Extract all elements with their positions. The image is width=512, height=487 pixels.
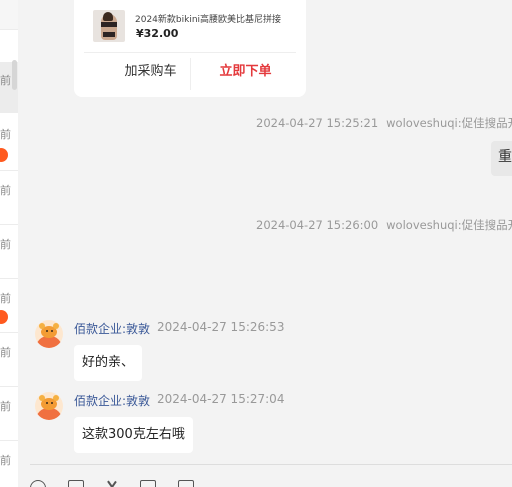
conversation-item[interactable]: 前 <box>0 280 18 330</box>
message-bubble: 这款300克左右哦 <box>74 417 193 453</box>
unread-badge <box>0 310 8 324</box>
system-message: 2024-04-27 15:26:00 woloveshuqi:促佳搜品开 <box>256 217 512 233</box>
divider <box>0 386 18 387</box>
conversation-time: 前 <box>0 128 11 141</box>
image-icon[interactable] <box>178 480 194 487</box>
input-divider <box>30 464 512 465</box>
emoji-icon[interactable] <box>30 480 46 487</box>
message-time: 2024-04-27 15:27:04 <box>157 392 285 406</box>
conversation-item[interactable]: 前 <box>0 442 18 487</box>
conversation-list-header <box>0 0 18 30</box>
outgoing-message-bubble: 重 <box>491 141 512 176</box>
divider <box>0 112 18 113</box>
doc-icon[interactable] <box>140 480 156 487</box>
conversation-time: 前 <box>0 454 11 467</box>
folder-icon[interactable] <box>68 480 84 487</box>
buy-now-button[interactable]: 立即下单 <box>193 53 298 91</box>
system-message-text: woloveshuqi:促佳搜品开 <box>386 218 512 232</box>
scissors-icon[interactable] <box>104 480 120 487</box>
conversation-time: 前 <box>0 400 11 413</box>
conversation-item[interactable]: 前 <box>0 226 18 276</box>
conversation-time: 前 <box>0 184 11 197</box>
conversation-item[interactable]: 前 <box>0 334 18 384</box>
system-message-time: 2024-04-27 15:26:00 <box>256 218 379 232</box>
product-card[interactable]: 2024新款bikini高腰欧美比基尼拼接 ¥32.00 加采购车 立即下单 <box>74 0 306 97</box>
product-thumbnail[interactable] <box>93 10 125 42</box>
product-price: ¥32.00 <box>136 27 179 40</box>
divider <box>0 440 18 441</box>
unread-badge <box>0 148 8 162</box>
add-to-cart-button[interactable]: 加采购车 <box>98 53 203 91</box>
sender-name[interactable]: 佰款企业:敦敦 <box>74 320 150 337</box>
message-time: 2024-04-27 15:26:53 <box>157 320 285 334</box>
system-message-text: woloveshuqi:促佳搜品开 <box>386 116 512 130</box>
divider <box>0 224 18 225</box>
product-title[interactable]: 2024新款bikini高腰欧美比基尼拼接 <box>135 12 300 25</box>
system-message: 2024-04-27 15:25:21 woloveshuqi:促佳搜品开 <box>256 115 512 131</box>
conversation-item[interactable]: 前 <box>0 388 18 438</box>
sidebar-scrollbar[interactable] <box>12 60 17 90</box>
divider <box>0 170 18 171</box>
conversation-item[interactable]: 前 <box>0 172 18 222</box>
conversation-time: 前 <box>0 292 11 305</box>
system-message-time: 2024-04-27 15:25:21 <box>256 116 379 130</box>
divider <box>0 278 18 279</box>
sender-name[interactable]: 佰款企业:敦敦 <box>74 392 150 409</box>
conversation-item[interactable]: 前 <box>0 116 18 166</box>
divider <box>0 332 18 333</box>
avatar[interactable] <box>35 320 63 348</box>
conversation-time: 前 <box>0 238 11 251</box>
avatar[interactable] <box>35 392 63 420</box>
conversation-list: 前 前 前 前 前 前 前 前 <box>0 0 18 487</box>
conversation-time: 前 <box>0 346 11 359</box>
message-bubble: 好的亲、 <box>74 345 143 381</box>
